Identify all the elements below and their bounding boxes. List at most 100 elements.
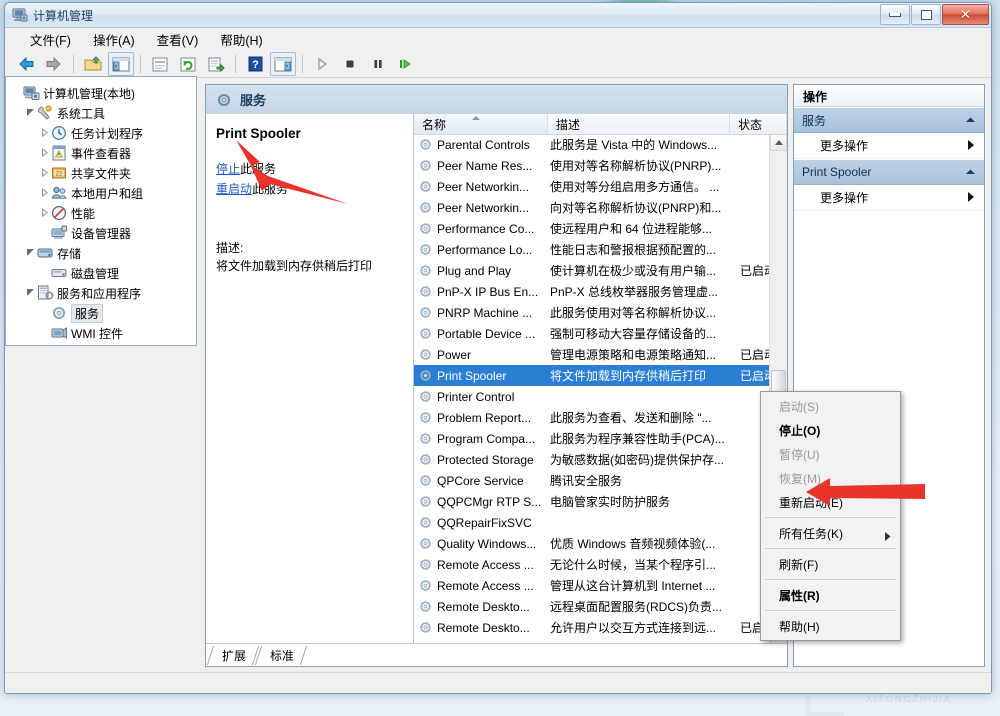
table-row[interactable]: PNRP Machine ... 此服务使用对等名称解析协议... [414,302,770,323]
table-row[interactable]: PnP-X IP Bus En... PnP-X 总线枚举器服务管理虚... [414,281,770,302]
tree-device-manager[interactable]: 设备管理器 [10,223,194,243]
tree-node-label: 服务和应用程序 [57,286,142,301]
table-row[interactable]: Peer Networkin... 使用对等分组启用多方通信。 ... [414,176,770,197]
actions-group-print-spooler[interactable]: Print Spooler [794,159,984,185]
stop-service-link[interactable]: 停止 [216,162,240,176]
chevron-up-icon[interactable] [965,113,976,127]
ctx-refresh[interactable]: 刷新(F) [761,552,900,576]
table-row[interactable]: Protected Storage 为敏感数据(如密码)提供保护存... [414,449,770,470]
ctx-properties[interactable]: 属性(R) [761,583,900,607]
service-gear-icon [418,347,433,362]
table-row[interactable]: Problem Report... 此服务为查看、发送和删除 "... [414,407,770,428]
tree-local-users-groups[interactable]: 本地用户和组 [10,183,194,203]
table-row[interactable]: Performance Lo... 性能日志和警报根据预配置的... [414,239,770,260]
up-folder-icon[interactable] [80,52,106,76]
pause-service-icon[interactable] [365,52,391,76]
expander-collapsed-icon[interactable] [38,147,51,159]
actions-pane-title: 操作 [794,85,984,107]
expander-collapsed-icon[interactable] [38,127,51,139]
service-name-label: Printer Control [437,389,515,404]
stop-service-icon[interactable] [337,52,363,76]
actions-group-services[interactable]: 服务 [794,107,984,133]
menu-action[interactable]: 操作(A) [82,27,146,52]
column-header-status[interactable]: 状态 [730,114,787,134]
back-icon[interactable] [13,52,39,76]
table-row[interactable]: Remote Access ... 无论什么时候，当某个程序引... [414,554,770,575]
ctx-restart[interactable]: 重新启动(E) [761,490,900,514]
more-actions-print-spooler[interactable]: 更多操作 [794,185,984,211]
cell-service-name: Portable Device ... [414,326,548,341]
ctx-all-tasks[interactable]: 所有任务(K) [761,521,900,545]
table-row[interactable]: Portable Device ... 强制可移动大容量存储设备的... [414,323,770,344]
table-row[interactable]: Parental Controls 此服务是 Vista 中的 Windows..… [414,134,770,155]
minimize-button[interactable] [880,4,910,25]
tree-computer-management[interactable]: 计算机管理(本地) [10,83,194,103]
tree-disk-management[interactable]: 磁盘管理 [10,263,194,283]
show-action-pane-icon[interactable] [270,52,296,76]
expander-collapsed-icon[interactable] [38,207,51,219]
cell-service-description: 向对等名称解析协议(PNRP)和... [550,201,722,215]
chevron-up-icon[interactable] [965,165,976,179]
maximize-button[interactable] [911,4,941,25]
menu-view[interactable]: 查看(V) [146,27,210,52]
column-header-name[interactable]: 名称 [414,114,548,134]
table-row[interactable]: Print Spooler 将文件加载到内存供稍后打印 已启动 [414,365,770,386]
ctx-stop[interactable]: 停止(O) [761,418,900,442]
table-row[interactable]: Printer Control [414,386,770,407]
restart-service-link[interactable]: 重启动 [216,182,252,196]
table-row[interactable]: Peer Name Res... 使用对等名称解析协议(PNRP)... [414,155,770,176]
cell-service-status: 已启动 [740,369,770,383]
forward-icon[interactable] [41,52,67,76]
cell-service-name: Quality Windows... [414,536,548,551]
table-row[interactable]: Remote Deskto...允许用户以交互方式连接到远...已启动 [414,617,770,638]
table-row[interactable]: QQPCMgr RTP S... 电脑管家实时防护服务 [414,491,770,512]
menu-file[interactable]: 文件(F) [19,27,82,52]
table-row[interactable]: Peer Networkin... 向对等名称解析协议(PNRP)和... [414,197,770,218]
tree-shared-folders[interactable]: 22 共享文件夹 [10,163,194,183]
tab-standard[interactable]: 标准 [258,646,304,665]
service-name-label: Peer Name Res... [437,158,533,173]
refresh-icon[interactable] [175,52,201,76]
table-row[interactable]: Remote Deskto... 远程桌面配置服务(RDCS)负责... [414,596,770,617]
table-row[interactable]: Program Compa... 此服务为程序兼容性助手(PCA)... [414,428,770,449]
tree-services-and-applications[interactable]: 服务和应用程序 [10,283,194,303]
tree-event-viewer[interactable]: 事件查看器 [10,143,194,163]
help-icon[interactable]: ? [242,52,268,76]
expander-expanded-icon[interactable] [24,108,37,119]
expander-collapsed-icon[interactable] [38,187,51,199]
console-tree: 计算机管理(本地) 系统工具 任务计划程序 事件查看器 22 共享文件夹 本地用户和组 性能设… [6,77,196,345]
column-header-description[interactable]: 描述 [548,114,730,134]
tree-system-tools[interactable]: 系统工具 [10,103,194,123]
scroll-up-button[interactable] [770,134,787,151]
expander-expanded-icon[interactable] [24,248,37,259]
show-console-tree-icon[interactable] [108,52,134,76]
tree-task-scheduler[interactable]: 任务计划程序 [10,123,194,143]
properties-icon[interactable] [147,52,173,76]
restart-service-icon[interactable] [393,52,419,76]
table-row[interactable]: QQRepairFixSVC [414,512,770,533]
table-row[interactable]: QPCore Service 腾讯安全服务 [414,470,770,491]
export-list-icon[interactable] [203,52,229,76]
menu-help[interactable]: 帮助(H) [209,27,273,52]
service-gear-icon [418,410,433,425]
close-button[interactable]: ✕ [942,4,989,25]
menu-bar: 文件(F) 操作(A) 查看(V) 帮助(H) [5,28,991,51]
tree-services[interactable]: 服务 [10,303,194,323]
tree-performance[interactable]: 性能 [10,203,194,223]
table-row[interactable]: Remote Access ... 管理从这台计算机到 Internet ... [414,575,770,596]
tab-extended[interactable]: 扩展 [210,646,256,665]
expander-collapsed-icon[interactable] [38,167,51,179]
expander-expanded-icon[interactable] [24,288,37,299]
table-row[interactable]: Power 管理电源策略和电源策略通知... 已启动 [414,344,770,365]
ctx-help[interactable]: 帮助(H) [761,614,900,638]
tree-storage[interactable]: 存储 [10,243,194,263]
start-service-icon[interactable] [309,52,335,76]
table-row[interactable]: Performance Co... 使远程用户和 64 位进程能够... [414,218,770,239]
tree-wmi-control[interactable]: WMI 控件 [10,323,194,343]
service-gear-icon [51,305,68,321]
service-name-label: PNRP Machine ... [437,305,533,320]
table-row[interactable]: Plug and Play 使计算机在极少或没有用户输... 已启动 [414,260,770,281]
table-row[interactable]: Quality Windows... 优质 Windows 音频视频体验(... [414,533,770,554]
context-menu-separator [765,579,896,580]
more-actions-services[interactable]: 更多操作 [794,133,984,159]
